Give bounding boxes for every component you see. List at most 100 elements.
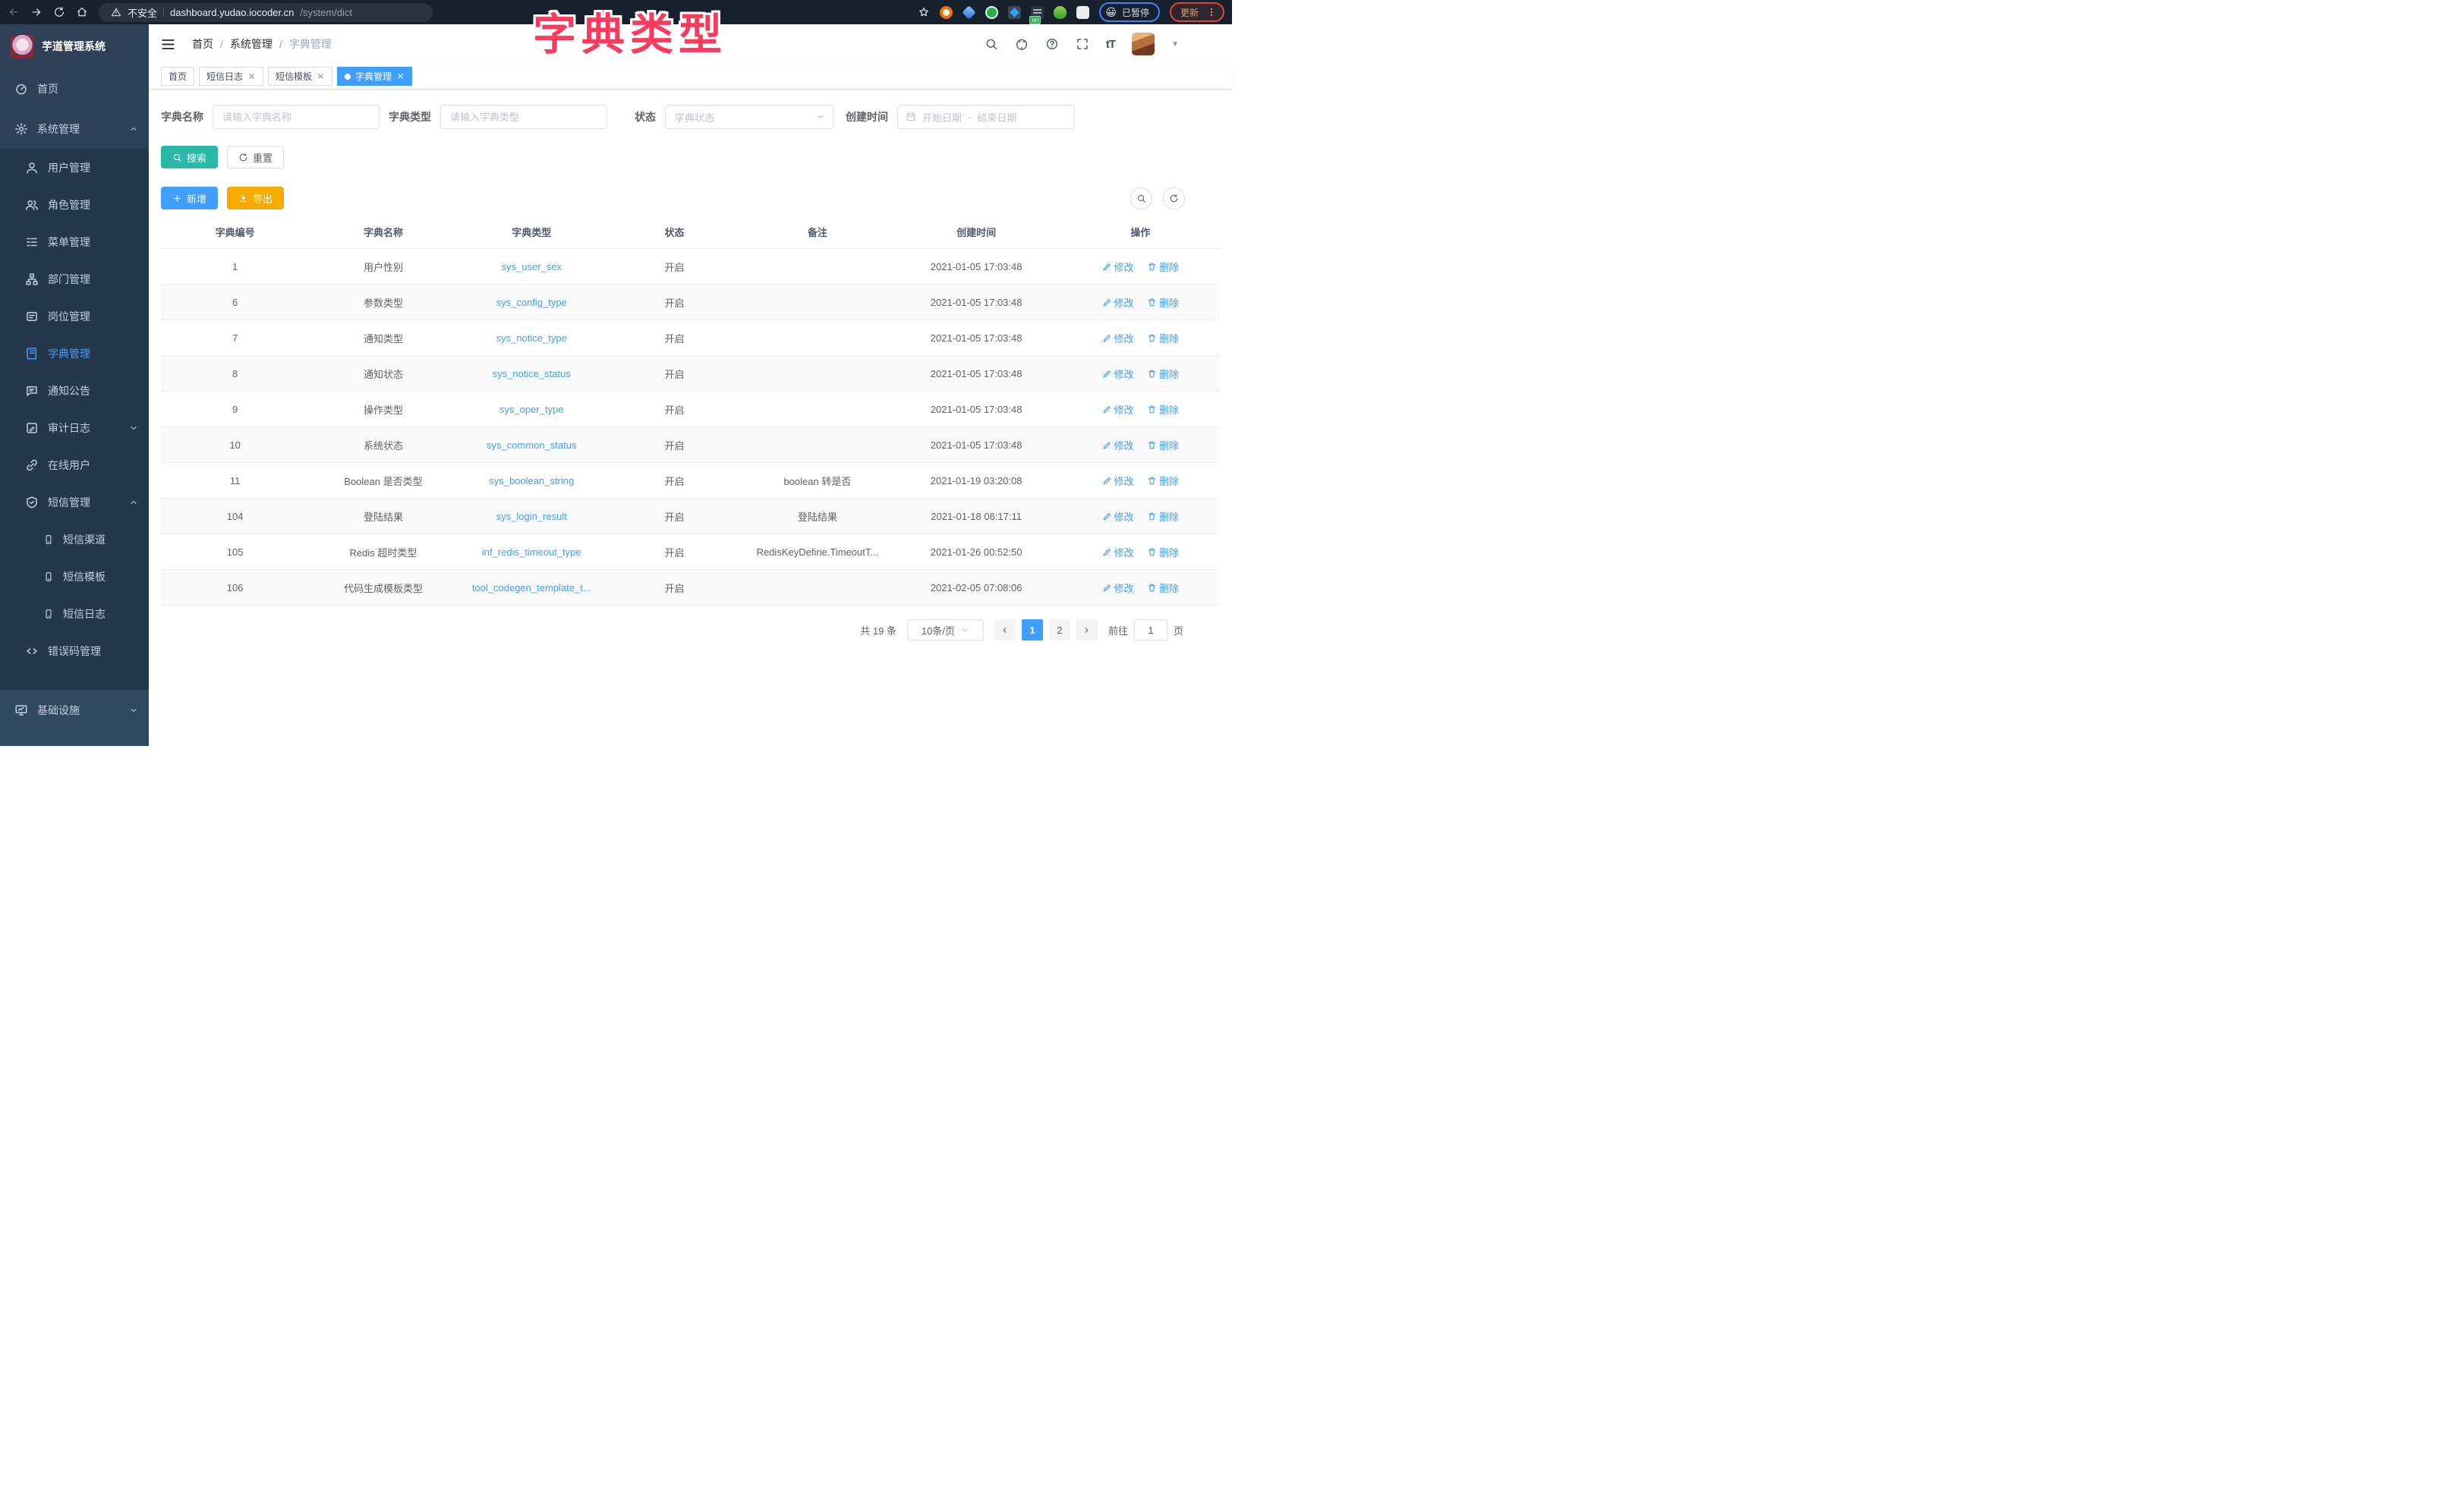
delete-link[interactable]: 删除 bbox=[1147, 474, 1179, 488]
tab-home[interactable]: 首页 bbox=[161, 67, 194, 86]
sidebar-item-audit-log[interactable]: 审计日志 bbox=[0, 409, 149, 446]
sidebar-item-departments[interactable]: 部门管理 bbox=[0, 260, 149, 297]
page-button-2[interactable]: 2 bbox=[1049, 619, 1070, 641]
tab-sms-template[interactable]: 短信模板 bbox=[268, 67, 332, 86]
export-button[interactable]: 导出 bbox=[227, 187, 284, 209]
table-row[interactable]: 105 Redis 超时类型 inf_redis_timeout_type 开启… bbox=[161, 534, 1220, 570]
extension-puzzle-icon[interactable] bbox=[1008, 6, 1021, 19]
delete-link[interactable]: 删除 bbox=[1147, 509, 1179, 524]
table-row[interactable]: 1 用户性别 sys_user_sex 开启 2021-01-05 17:03:… bbox=[161, 249, 1220, 285]
toggle-search-button[interactable] bbox=[1130, 187, 1152, 209]
tab-dict-active[interactable]: 字典管理 bbox=[337, 67, 412, 86]
breadcrumb-home[interactable]: 首页 bbox=[192, 36, 213, 52]
browser-home-icon[interactable] bbox=[76, 6, 88, 18]
edit-link[interactable]: 修改 bbox=[1102, 545, 1134, 559]
sidebar-item-system[interactable]: 系统管理 bbox=[0, 109, 149, 149]
edit-link[interactable]: 修改 bbox=[1102, 474, 1134, 488]
dict-type-input[interactable] bbox=[440, 105, 607, 129]
bookmark-star-icon[interactable] bbox=[918, 6, 930, 18]
refresh-table-button[interactable] bbox=[1163, 187, 1185, 209]
font-size-icon[interactable]: tT bbox=[1106, 38, 1115, 51]
browser-back-icon[interactable] bbox=[8, 6, 20, 18]
dict-type-link[interactable]: sys_config_type bbox=[496, 297, 567, 308]
fullscreen-icon[interactable] bbox=[1076, 37, 1089, 51]
table-row[interactable]: 104 登陆结果 sys_login_result 开启 登陆结果 2021-0… bbox=[161, 499, 1220, 534]
date-range-picker[interactable]: 开始日期 - 结束日期 bbox=[897, 105, 1075, 129]
delete-link[interactable]: 删除 bbox=[1147, 295, 1179, 310]
table-row[interactable]: 7 通知类型 sys_notice_type 开启 2021-01-05 17:… bbox=[161, 320, 1220, 356]
help-icon[interactable] bbox=[1045, 37, 1059, 51]
extension-ghost-icon[interactable] bbox=[1076, 6, 1089, 19]
dict-type-link[interactable]: sys_user_sex bbox=[502, 261, 562, 272]
sidebar-item-sms[interactable]: 短信管理 bbox=[0, 483, 149, 521]
edit-link[interactable]: 修改 bbox=[1102, 402, 1134, 417]
dict-type-link[interactable]: inf_redis_timeout_type bbox=[482, 546, 581, 558]
dict-type-link[interactable]: sys_notice_status bbox=[493, 368, 571, 379]
sidebar-item-roles[interactable]: 角色管理 bbox=[0, 186, 149, 223]
tab-sms-log[interactable]: 短信日志 bbox=[199, 67, 263, 86]
page-button-1[interactable]: 1 bbox=[1022, 619, 1043, 641]
next-page-button[interactable] bbox=[1076, 619, 1098, 641]
sidebar-item-error-code[interactable]: 错误码管理 bbox=[0, 632, 149, 669]
sidebar-item-menus[interactable]: 菜单管理 bbox=[0, 223, 149, 260]
table-row[interactable]: 6 参数类型 sys_config_type 开启 2021-01-05 17:… bbox=[161, 285, 1220, 320]
sidebar-item-notice[interactable]: 通知公告 bbox=[0, 372, 149, 409]
delete-link[interactable]: 删除 bbox=[1147, 367, 1179, 381]
browser-reload-icon[interactable] bbox=[53, 6, 65, 18]
goto-page-input[interactable] bbox=[1134, 619, 1167, 641]
collapse-sidebar-icon[interactable] bbox=[161, 37, 175, 52]
github-icon[interactable] bbox=[1015, 37, 1029, 51]
browser-forward-icon[interactable] bbox=[30, 6, 43, 18]
delete-link[interactable]: 删除 bbox=[1147, 331, 1179, 345]
dict-type-link[interactable]: sys_common_status bbox=[487, 439, 577, 451]
address-bar[interactable]: 不安全 dashboard.yudao.iocoder.cn/system/di… bbox=[99, 3, 433, 22]
edit-link[interactable]: 修改 bbox=[1102, 581, 1134, 595]
table-row[interactable]: 106 代码生成模板类型 tool_codegen_template_t... … bbox=[161, 570, 1220, 606]
delete-link[interactable]: 删除 bbox=[1147, 545, 1179, 559]
edit-link[interactable]: 修改 bbox=[1102, 260, 1134, 274]
sidebar-item-sms-template[interactable]: 短信模板 bbox=[0, 558, 149, 595]
table-row[interactable]: 9 操作类型 sys_oper_type 开启 2021-01-05 17:03… bbox=[161, 392, 1220, 427]
table-row[interactable]: 11 Boolean 是否类型 sys_boolean_string 开启 bo… bbox=[161, 463, 1220, 499]
search-icon[interactable] bbox=[985, 37, 998, 51]
close-icon[interactable] bbox=[396, 72, 405, 80]
add-button[interactable]: 新增 bbox=[161, 187, 218, 209]
prev-page-button[interactable] bbox=[994, 619, 1016, 641]
delete-link[interactable]: 删除 bbox=[1147, 260, 1179, 274]
delete-link[interactable]: 删除 bbox=[1147, 438, 1179, 452]
sidebar-item-sms-log[interactable]: 短信日志 bbox=[0, 595, 149, 632]
table-row[interactable]: 10 系统状态 sys_common_status 开启 2021-01-05 … bbox=[161, 427, 1220, 463]
table-row[interactable]: 8 通知状态 sys_notice_status 开启 2021-01-05 1… bbox=[161, 356, 1220, 392]
sidebar-item-sms-channel[interactable]: 短信渠道 bbox=[0, 521, 149, 558]
edit-link[interactable]: 修改 bbox=[1102, 331, 1134, 345]
dict-type-link[interactable]: sys_oper_type bbox=[499, 404, 564, 415]
sidebar-item-users[interactable]: 用户管理 bbox=[0, 149, 149, 186]
dict-type-link[interactable]: tool_codegen_template_t... bbox=[472, 582, 591, 593]
sidebar-item-infrastructure[interactable]: 基础设施 bbox=[0, 690, 149, 730]
sidebar-item-dict[interactable]: 字典管理 bbox=[0, 335, 149, 372]
dict-type-link[interactable]: sys_notice_type bbox=[496, 332, 567, 344]
delete-link[interactable]: 删除 bbox=[1147, 402, 1179, 417]
breadcrumb-system[interactable]: 系统管理 bbox=[230, 36, 273, 52]
dict-name-input[interactable] bbox=[213, 105, 380, 129]
close-icon[interactable] bbox=[247, 72, 256, 80]
dict-type-link[interactable]: sys_login_result bbox=[496, 511, 567, 522]
sidebar-item-posts[interactable]: 岗位管理 bbox=[0, 297, 149, 335]
search-button[interactable]: 搜索 bbox=[161, 146, 218, 168]
edit-link[interactable]: 修改 bbox=[1102, 295, 1134, 310]
user-avatar[interactable] bbox=[1132, 33, 1155, 55]
app-logo-row[interactable]: 芋道管理系统 bbox=[0, 24, 149, 68]
extension-paused-chip[interactable]: 😀 已暂停 bbox=[1099, 2, 1160, 22]
extension-leaf-icon[interactable] bbox=[1054, 6, 1067, 19]
browser-update-button[interactable]: 更新 bbox=[1170, 2, 1224, 22]
sidebar-item-online-users[interactable]: 在线用户 bbox=[0, 446, 149, 483]
page-size-select[interactable]: 10条/页 bbox=[907, 619, 984, 641]
delete-link[interactable]: 删除 bbox=[1147, 581, 1179, 595]
close-icon[interactable] bbox=[317, 72, 325, 80]
sidebar-item-home[interactable]: 首页 bbox=[0, 68, 149, 109]
browser-menu-icon[interactable] bbox=[1206, 7, 1217, 17]
reset-button[interactable]: 重置 bbox=[227, 146, 284, 168]
status-select[interactable]: 字典状态 bbox=[665, 105, 833, 129]
edit-link[interactable]: 修改 bbox=[1102, 438, 1134, 452]
extension-green-icon[interactable] bbox=[985, 6, 998, 19]
